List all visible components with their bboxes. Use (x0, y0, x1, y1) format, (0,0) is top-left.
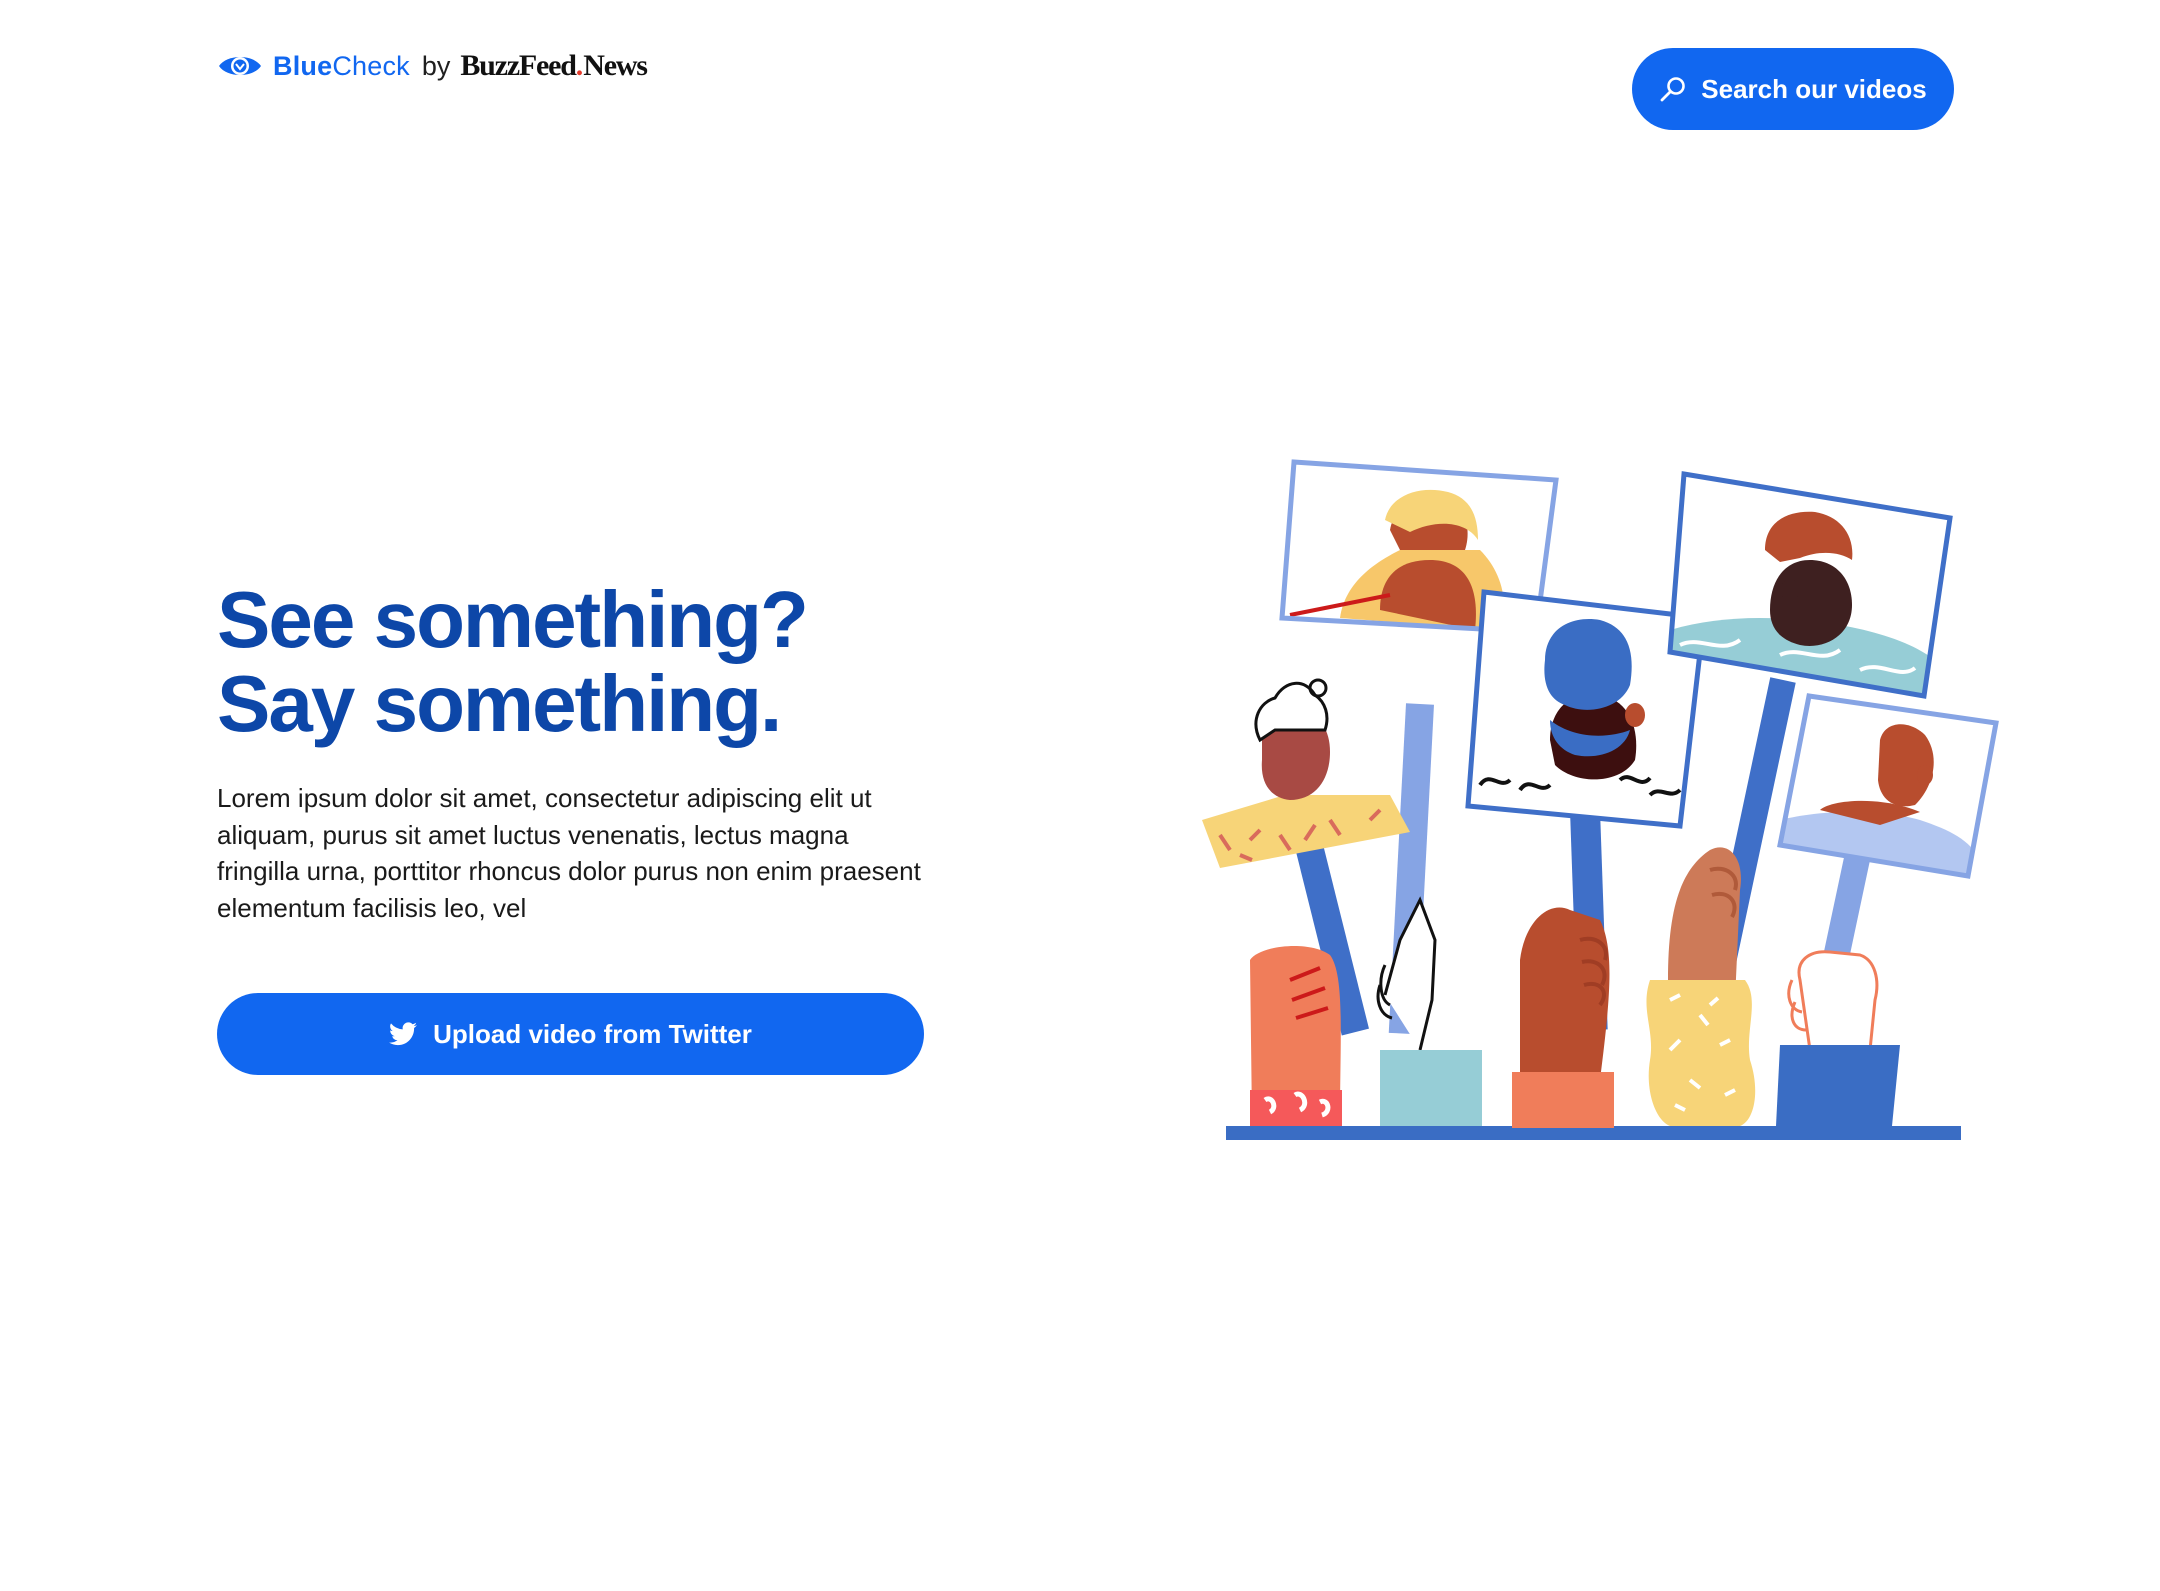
logo-brand: BlueCheck (273, 50, 410, 81)
twitter-icon (389, 1022, 418, 1046)
hero-illustration (1202, 459, 1999, 1140)
protest-sign-profile (1777, 693, 1999, 961)
headline-line-2: Say something. (217, 659, 782, 748)
headline-line-1: See something? (217, 575, 809, 664)
site-logo[interactable]: BlueCheck by BuzzFeed. News (217, 48, 648, 84)
logo-by: by (421, 50, 451, 81)
eye-icon (219, 57, 261, 75)
hero-headline: See something? Say something. (217, 578, 937, 746)
upload-twitter-button[interactable]: Upload video from Twitter (217, 993, 924, 1075)
logo-buzzfeed: BuzzFeed (460, 49, 577, 82)
search-videos-button[interactable]: Search our videos (1632, 48, 1954, 130)
hero-body: Lorem ipsum dolor sit amet, consectetur … (217, 783, 921, 923)
logo-news: News (583, 49, 648, 82)
shelf (1226, 1126, 1961, 1140)
search-videos-label: Search our videos (1701, 73, 1927, 104)
search-icon (1660, 77, 1686, 102)
logo-dot: . (575, 49, 584, 82)
upload-twitter-label: Upload video from Twitter (433, 1018, 752, 1049)
